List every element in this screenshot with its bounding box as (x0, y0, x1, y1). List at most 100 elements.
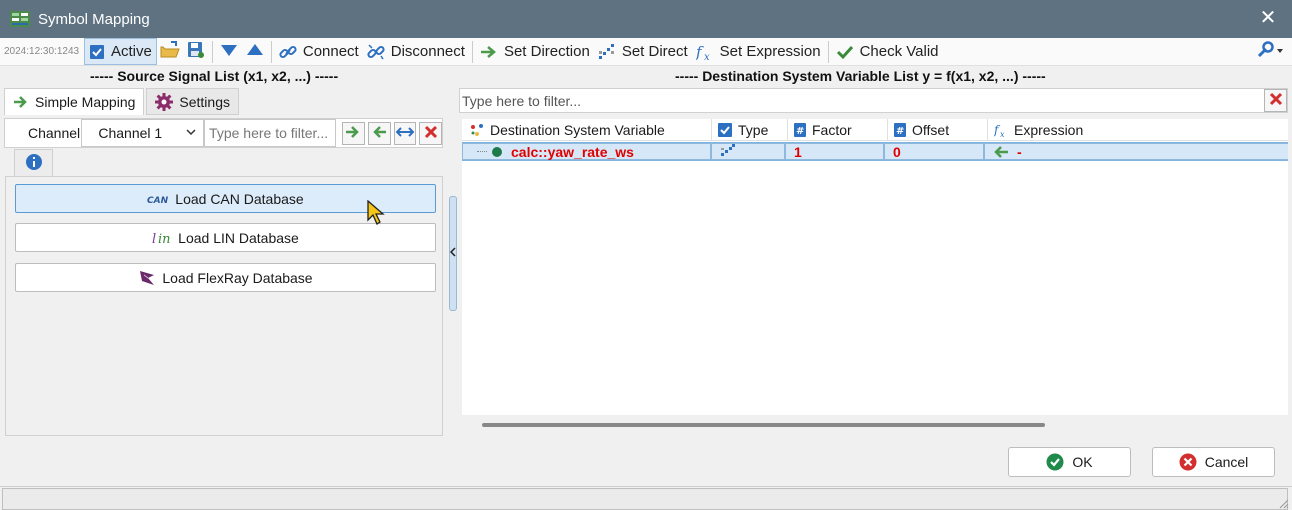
column-header-offset[interactable]: # Offset (888, 119, 988, 141)
move-up-button[interactable] (242, 39, 268, 65)
nodes-icon (470, 123, 484, 137)
set-direction-label: Set Direction (503, 43, 590, 60)
info-icon (25, 153, 43, 174)
load-lin-label: Load LIN Database (178, 229, 299, 246)
type-cell[interactable] (711, 143, 785, 160)
toolbar-separator (211, 40, 213, 63)
panel-splitter[interactable] (447, 196, 459, 311)
title-bar: Symbol Mapping ✕ (0, 0, 1292, 38)
set-expression-label: Set Expression (719, 43, 821, 60)
disconnect-button[interactable]: Disconnect (363, 39, 469, 65)
svg-text:CAN: CAN (147, 196, 169, 205)
lin-icon: l in (152, 231, 172, 245)
set-direction-button[interactable]: Set Direction (476, 39, 594, 65)
load-can-label: Load CAN Database (175, 190, 304, 207)
map-bidirectional-button[interactable] (393, 121, 417, 145)
column-header-factor[interactable]: # Factor (788, 119, 888, 141)
arrow-both-icon (395, 125, 415, 141)
cancel-button[interactable]: Cancel (1152, 447, 1275, 477)
source-list-header: ----- Source Signal List (x1, x2, ...) -… (90, 68, 339, 84)
destination-list-header: ----- Destination System Variable List y… (675, 68, 1046, 84)
grid-header: Destination System Variable Type # Facto… (462, 119, 1288, 141)
ok-button[interactable]: OK (1008, 447, 1131, 477)
tab-simple-mapping[interactable]: Simple Mapping (4, 88, 145, 115)
source-panel: Simple Mapping Settings Channel Channel … (4, 88, 443, 436)
map-forward-button[interactable] (342, 121, 365, 145)
direct-mapping-icon (598, 43, 616, 61)
factor-cell[interactable]: 1 (785, 143, 884, 160)
column-title: Offset (912, 122, 950, 138)
connect-button[interactable]: Connect (275, 39, 363, 65)
expression-value: - (1017, 143, 1022, 160)
disconnect-label: Disconnect (390, 43, 465, 60)
triangle-up-icon (246, 43, 264, 60)
gear-icon (155, 92, 174, 111)
offset-cell[interactable]: 0 (884, 143, 984, 160)
chevron-down-icon (185, 126, 197, 141)
can-icon: CAN (147, 193, 169, 205)
clear-filter-button[interactable] (1264, 89, 1287, 112)
check-valid-button[interactable]: Check Valid (832, 39, 943, 65)
svg-text:f: f (696, 43, 704, 61)
variable-cell[interactable]: calc::yaw_rate_ws (462, 143, 711, 160)
map-backward-button[interactable] (367, 121, 391, 145)
load-flexray-database-button[interactable]: Load FlexRay Database (15, 263, 436, 292)
app-icon (10, 11, 30, 27)
open-folder-button[interactable] (157, 39, 183, 65)
function-icon: fx (994, 123, 1008, 137)
set-direct-label: Set Direct (621, 43, 688, 60)
status-bar (0, 486, 1292, 510)
direct-mapping-icon (720, 143, 736, 160)
collapse-left-icon[interactable] (449, 246, 456, 260)
checkbox-checked-icon (718, 123, 732, 137)
arrow-right-icon (480, 44, 498, 60)
arrow-right-icon (345, 125, 361, 142)
expression-cell[interactable]: - (984, 143, 1288, 160)
arrow-left-icon (993, 145, 1009, 158)
info-tab[interactable] (14, 149, 53, 177)
toolbar-separator (827, 40, 829, 63)
column-header-variable[interactable]: Destination System Variable (462, 119, 712, 141)
source-tabs: Simple Mapping Settings (4, 88, 239, 115)
set-expression-button[interactable]: fx Set Expression (692, 39, 825, 65)
tree-connector (477, 151, 487, 152)
channel-select[interactable]: Channel 1 (81, 119, 205, 147)
svg-text:l: l (152, 232, 156, 245)
cancel-label: Cancel (1204, 454, 1249, 470)
table-row[interactable]: calc::yaw_rate_ws 1 0 - (462, 142, 1288, 161)
svg-text:x: x (704, 52, 710, 61)
destination-filter-input[interactable] (460, 89, 1260, 112)
set-direct-button[interactable]: Set Direct (594, 39, 692, 65)
load-lin-database-button[interactable]: l in Load LIN Database (15, 223, 436, 252)
move-down-button[interactable] (216, 39, 242, 65)
tab-settings[interactable]: Settings (146, 88, 239, 115)
source-filter-input[interactable] (204, 119, 337, 147)
wrench-icon (1256, 41, 1284, 62)
close-icon[interactable]: ✕ (1258, 8, 1278, 28)
resize-grip-icon[interactable] (1277, 496, 1289, 509)
status-dot-icon (491, 146, 503, 158)
remove-mapping-button[interactable] (419, 121, 442, 145)
column-header-type[interactable]: Type (712, 119, 788, 141)
channel-label: Channel (28, 125, 81, 141)
link-icon (279, 43, 297, 61)
destination-grid: Destination System Variable Type # Facto… (462, 119, 1288, 415)
save-button[interactable] (183, 39, 209, 65)
column-title: Expression (1014, 122, 1084, 138)
tab-label: Simple Mapping (35, 94, 136, 110)
hash-icon: # (794, 123, 806, 137)
arrow-right-icon (13, 95, 29, 109)
column-header-expression[interactable]: fx Expression (988, 119, 1288, 141)
arrow-left-icon (371, 125, 387, 142)
triangle-down-icon (220, 43, 238, 60)
open-folder-icon (160, 41, 180, 62)
mouse-cursor-icon (367, 199, 385, 226)
horizontal-scrollbar[interactable] (482, 423, 1045, 427)
settings-menu-button[interactable] (1254, 39, 1286, 65)
svg-text:in: in (158, 232, 171, 245)
load-flexray-label: Load FlexRay Database (162, 269, 313, 286)
close-icon (1269, 92, 1283, 109)
active-toggle[interactable]: Active (84, 38, 157, 65)
svg-text:#: # (796, 126, 804, 137)
flexray-icon (138, 269, 156, 287)
